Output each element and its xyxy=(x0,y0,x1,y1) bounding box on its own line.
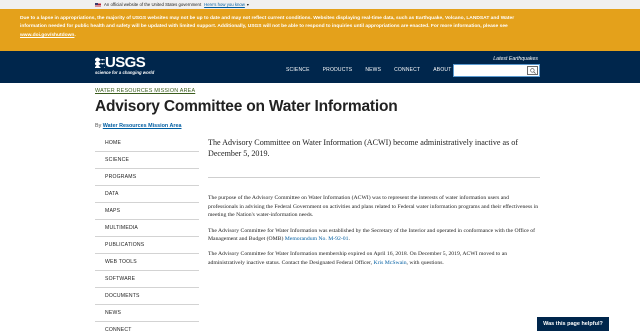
search-input[interactable] xyxy=(453,64,540,77)
logo-tagline: science for a changing world xyxy=(95,70,155,75)
status-paragraph: The Advisory Committee for Water Informa… xyxy=(208,251,508,266)
omb-memorandum-link[interactable]: Memorandum No. M-92-01 xyxy=(285,236,349,242)
sidenav-item-web-tools[interactable]: WEB TOOLS xyxy=(95,254,199,271)
byline: By Water Resources Mission Area xyxy=(95,123,182,129)
establishment-paragraph: The Advisory Committee for Water Informa… xyxy=(208,227,536,243)
search-button[interactable] xyxy=(527,66,538,75)
breadcrumb[interactable]: WATER RESOURCES MISSION AREA xyxy=(95,88,195,94)
sidenav-item-home[interactable]: HOME xyxy=(95,135,199,152)
search-icon xyxy=(530,68,536,74)
alert-text: Due to a lapse in appropriations, the ma… xyxy=(20,16,515,38)
side-nav: HOME SCIENCE PROGRAMS DATA MAPS MULTIMED… xyxy=(95,135,199,331)
chevron-down-icon[interactable]: ▾ xyxy=(247,2,249,7)
main-content: The Advisory Committee on Water Informat… xyxy=(208,137,540,267)
nav-products[interactable]: PRODUCTS xyxy=(323,67,353,73)
page-feedback-button[interactable]: Was this page helpful? xyxy=(537,317,609,331)
latest-earthquakes-link[interactable]: Latest Earthquakes xyxy=(493,56,538,62)
page-title: Advisory Committee on Water Information xyxy=(95,98,398,115)
logo-wordmark: USGS xyxy=(105,54,146,71)
sidenav-item-news[interactable]: NEWS xyxy=(95,305,199,322)
us-flag-icon xyxy=(95,2,101,7)
sidenav-item-connect[interactable]: CONNECT xyxy=(95,322,199,331)
purpose-paragraph: The purpose of the Advisory Committee on… xyxy=(208,195,539,219)
sidenav-item-data[interactable]: DATA xyxy=(95,186,199,203)
nav-science[interactable]: SCIENCE xyxy=(286,67,310,73)
nav-about[interactable]: ABOUT xyxy=(433,67,451,73)
divider xyxy=(208,177,540,179)
site-header: USGS science for a changing world SCIENC… xyxy=(0,51,640,83)
sidenav-item-maps[interactable]: MAPS xyxy=(95,203,199,220)
sidenav-item-programs[interactable]: PROGRAMS xyxy=(95,169,199,186)
usgs-logo[interactable]: USGS science for a changing world xyxy=(95,54,159,78)
sidenav-item-software[interactable]: SOFTWARE xyxy=(95,271,199,288)
nav-news[interactable]: NEWS xyxy=(365,67,381,73)
gov-banner: An official website of the United States… xyxy=(0,0,640,9)
contact-officer-link[interactable]: Kris McSwain xyxy=(374,260,407,266)
byline-author-link[interactable]: Water Resources Mission Area xyxy=(103,123,182,129)
sidenav-item-documents[interactable]: DOCUMENTS xyxy=(95,288,199,305)
main-nav: SCIENCE PRODUCTS NEWS CONNECT ABOUT xyxy=(286,67,464,73)
doi-shutdown-link[interactable]: www.doi.gov/shutdown xyxy=(20,33,74,38)
nav-connect[interactable]: CONNECT xyxy=(394,67,420,73)
sidenav-item-publications[interactable]: PUBLICATIONS xyxy=(95,237,199,254)
gov-banner-text: An official website of the United States… xyxy=(104,2,202,7)
sidenav-item-multimedia[interactable]: MULTIMEDIA xyxy=(95,220,199,237)
shutdown-alert: Due to a lapse in appropriations, the ma… xyxy=(0,9,640,51)
heres-how-you-know-link[interactable]: Here's how you know xyxy=(204,2,245,7)
sidenav-item-science[interactable]: SCIENCE xyxy=(95,152,199,169)
lead-paragraph: The Advisory Committee on Water Informat… xyxy=(208,138,519,159)
usgs-wave-icon xyxy=(95,57,105,68)
